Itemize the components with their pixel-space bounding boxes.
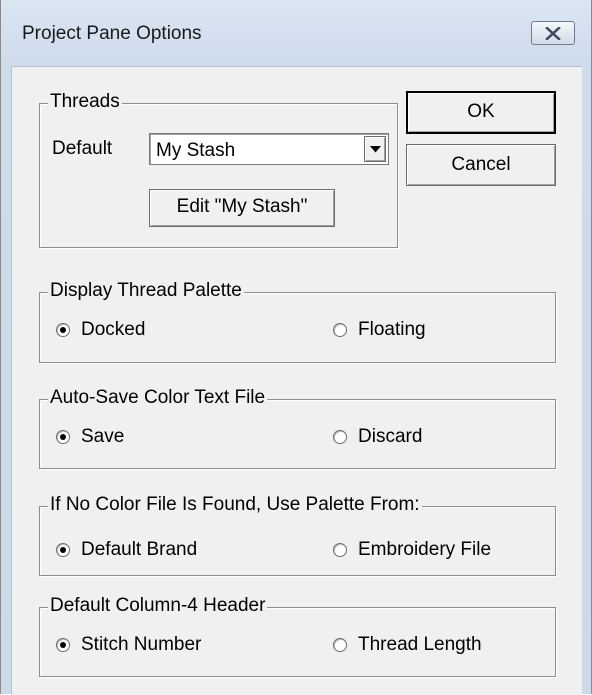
default-thread-label: Default	[52, 138, 113, 159]
embroidery-file-radio-circle[interactable]	[333, 543, 347, 557]
combo-dropdown-button[interactable]	[364, 136, 386, 162]
ok-button-label: OK	[467, 101, 495, 122]
discard-radio-label: Discard	[358, 426, 423, 447]
thread-length-radio-circle[interactable]	[333, 638, 347, 652]
docked-radio[interactable]: Docked	[56, 319, 145, 341]
edit-stash-button-label: Edit "My Stash"	[176, 196, 308, 217]
cancel-button-label: Cancel	[451, 154, 511, 175]
display-thread-palette-label: Display Thread Palette	[48, 280, 244, 302]
column4-header-group-label: Default Column-4 Header	[48, 595, 268, 617]
close-x-icon	[545, 27, 561, 40]
ok-button[interactable]: OK	[406, 91, 556, 134]
save-radio-circle[interactable]	[56, 430, 70, 444]
discard-radio-circle[interactable]	[333, 430, 347, 444]
stitch-number-radio-circle[interactable]	[56, 638, 70, 652]
dialog-window: Project Pane Options Threads Default My …	[0, 0, 592, 695]
stitch-number-radio[interactable]: Stitch Number	[56, 634, 201, 656]
edit-stash-button[interactable]: Edit "My Stash"	[149, 189, 335, 227]
save-radio-label: Save	[81, 426, 125, 447]
no-color-file-group-label: If No Color File Is Found, Use Palette F…	[48, 494, 422, 516]
discard-radio[interactable]: Discard	[333, 426, 422, 448]
close-button[interactable]	[531, 21, 575, 45]
floating-radio-circle[interactable]	[333, 323, 347, 337]
window-title: Project Pane Options	[22, 23, 202, 44]
stitch-number-radio-label: Stitch Number	[81, 634, 202, 655]
floating-radio-label: Floating	[358, 319, 426, 340]
docked-radio-circle[interactable]	[56, 323, 70, 337]
docked-radio-label: Docked	[81, 319, 146, 340]
embroidery-file-radio-label: Embroidery File	[358, 539, 492, 560]
default-brand-radio-circle[interactable]	[56, 543, 70, 557]
auto-save-group-label: Auto-Save Color Text File	[48, 387, 268, 409]
chevron-down-icon	[370, 146, 381, 153]
embroidery-file-radio[interactable]: Embroidery File	[333, 539, 491, 561]
save-radio[interactable]: Save	[56, 426, 124, 448]
thread-length-radio[interactable]: Thread Length	[333, 634, 482, 656]
dialog-client-area: Threads Default My Stash Edit "My Stash"…	[11, 66, 582, 695]
default-thread-combo-value: My Stash	[156, 140, 236, 161]
default-brand-radio-label: Default Brand	[81, 539, 198, 560]
floating-radio[interactable]: Floating	[333, 319, 426, 341]
thread-length-radio-label: Thread Length	[358, 634, 482, 655]
cancel-button[interactable]: Cancel	[406, 144, 556, 186]
default-brand-radio[interactable]: Default Brand	[56, 539, 197, 561]
threads-group-label: Threads	[48, 91, 122, 113]
title-bar[interactable]: Project Pane Options	[1, 0, 591, 66]
default-thread-combo[interactable]: My Stash	[149, 133, 389, 165]
